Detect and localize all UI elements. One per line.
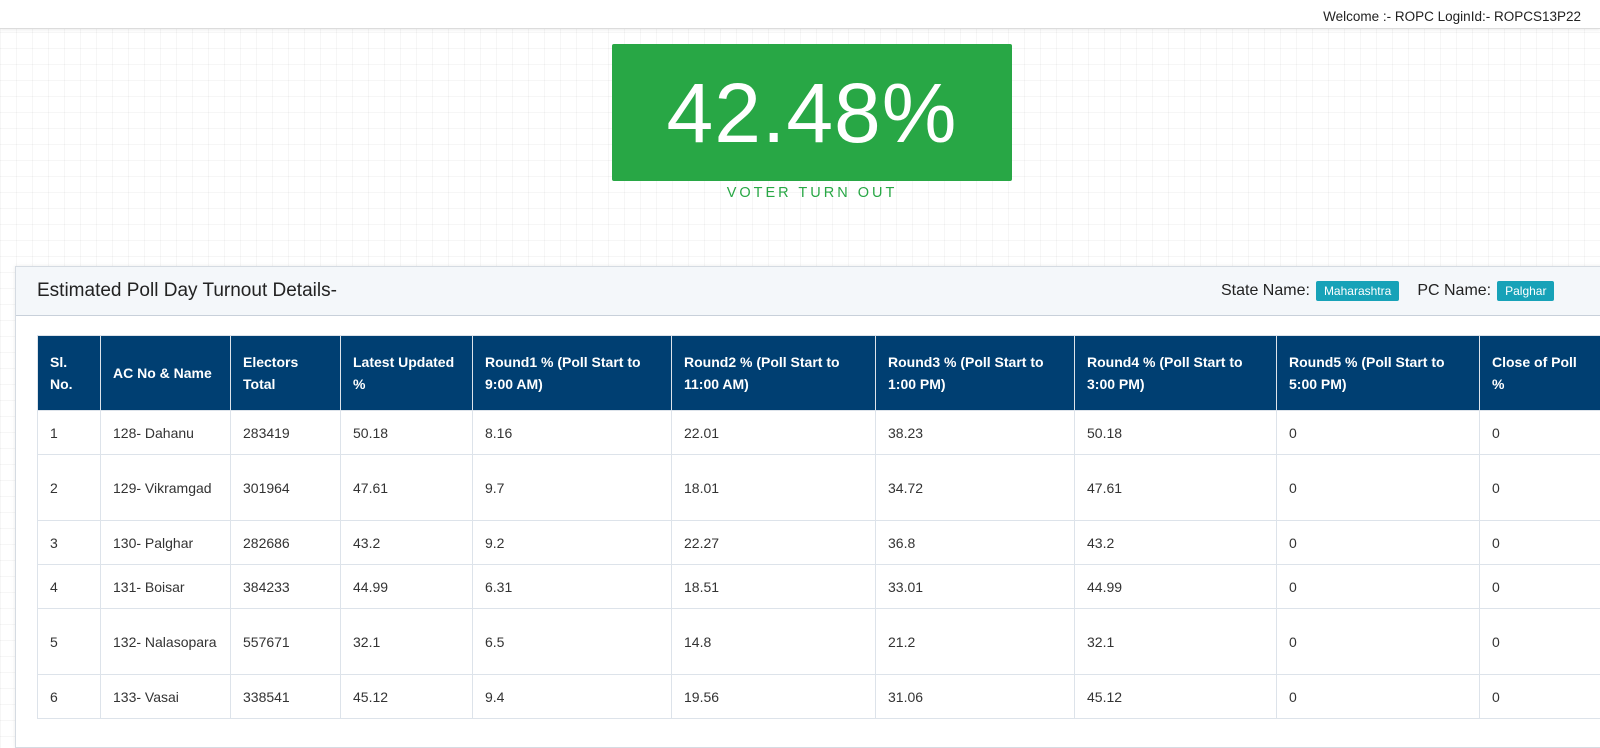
cell-electors: 282686 (231, 521, 341, 565)
cell-round2: 22.01 (672, 411, 876, 455)
cell-latest: 43.2 (341, 521, 473, 565)
cell-ac-name: 131- Boisar (101, 565, 231, 609)
cell-round4: 43.2 (1075, 521, 1277, 565)
voter-turnout-label: VOTER TURN OUT (612, 185, 1012, 201)
cell-round5: 0 (1277, 565, 1480, 609)
col-sl-no: Sl. No. (38, 336, 101, 411)
cell-electors: 283419 (231, 411, 341, 455)
cell-latest: 47.61 (341, 455, 473, 521)
cell-close: 0 (1480, 609, 1600, 675)
table-row: 2 129- Vikramgad 301964 47.61 9.7 18.01 … (38, 455, 1600, 521)
col-ac-name: AC No & Name (101, 336, 231, 411)
cell-latest: 50.18 (341, 411, 473, 455)
cell-round5: 0 (1277, 455, 1480, 521)
cell-round4: 32.1 (1075, 609, 1277, 675)
filter-info: State Name: Maharashtra PC Name: Palghar (1221, 281, 1554, 301)
voter-turnout-kpi: 42.48% (612, 44, 1012, 181)
table-row: 5 132- Nalasopara 557671 32.1 6.5 14.8 2… (38, 609, 1600, 675)
pc-name-badge: Palghar (1497, 281, 1554, 301)
pc-name-label: PC Name: (1417, 282, 1491, 300)
cell-round2: 19.56 (672, 675, 876, 719)
card-title: Estimated Poll Day Turnout Details- (37, 280, 337, 302)
cell-sl-no: 1 (38, 411, 101, 455)
card-header: Estimated Poll Day Turnout Details- Stat… (16, 267, 1600, 316)
cell-ac-name: 130- Palghar (101, 521, 231, 565)
col-round2: Round2 % (Poll Start to 11:00 AM) (672, 336, 876, 411)
cell-sl-no: 6 (38, 675, 101, 719)
cell-round5: 0 (1277, 521, 1480, 565)
cell-round1: 9.2 (473, 521, 672, 565)
cell-sl-no: 3 (38, 521, 101, 565)
table-row: 1 128- Dahanu 283419 50.18 8.16 22.01 38… (38, 411, 1600, 455)
cell-round5: 0 (1277, 675, 1480, 719)
table-header-row: Sl. No. AC No & Name Electors Total Late… (38, 336, 1600, 411)
col-round1: Round1 % (Poll Start to 9:00 AM) (473, 336, 672, 411)
col-round5: Round5 % (Poll Start to 5:00 PM) (1277, 336, 1480, 411)
cell-close: 0 (1480, 675, 1600, 719)
cell-latest: 45.12 (341, 675, 473, 719)
cell-round2: 18.51 (672, 565, 876, 609)
cell-round5: 0 (1277, 411, 1480, 455)
cell-round2: 14.8 (672, 609, 876, 675)
cell-sl-no: 2 (38, 455, 101, 521)
cell-electors: 338541 (231, 675, 341, 719)
cell-latest: 44.99 (341, 565, 473, 609)
cell-round1: 9.4 (473, 675, 672, 719)
cell-round1: 9.7 (473, 455, 672, 521)
voter-turnout-value: 42.48% (667, 71, 958, 155)
cell-round3: 21.2 (876, 609, 1075, 675)
cell-electors: 301964 (231, 455, 341, 521)
cell-round1: 8.16 (473, 411, 672, 455)
cell-close: 0 (1480, 565, 1600, 609)
cell-close: 0 (1480, 455, 1600, 521)
table-row: 6 133- Vasai 338541 45.12 9.4 19.56 31.0… (38, 675, 1600, 719)
cell-ac-name: 133- Vasai (101, 675, 231, 719)
state-name-badge: Maharashtra (1316, 281, 1399, 301)
cell-round1: 6.31 (473, 565, 672, 609)
state-name-label: State Name: (1221, 282, 1310, 300)
cell-ac-name: 132- Nalasopara (101, 609, 231, 675)
cell-round2: 18.01 (672, 455, 876, 521)
cell-round4: 45.12 (1075, 675, 1277, 719)
cell-ac-name: 128- Dahanu (101, 411, 231, 455)
cell-round3: 34.72 (876, 455, 1075, 521)
col-electors-total: Electors Total (231, 336, 341, 411)
cell-sl-no: 5 (38, 609, 101, 675)
cell-close: 0 (1480, 411, 1600, 455)
cell-round3: 31.06 (876, 675, 1075, 719)
table-row: 4 131- Boisar 384233 44.99 6.31 18.51 33… (38, 565, 1600, 609)
cell-round5: 0 (1277, 609, 1480, 675)
cell-sl-no: 4 (38, 565, 101, 609)
cell-ac-name: 129- Vikramgad (101, 455, 231, 521)
cell-round1: 6.5 (473, 609, 672, 675)
cell-round4: 50.18 (1075, 411, 1277, 455)
table-row: 3 130- Palghar 282686 43.2 9.2 22.27 36.… (38, 521, 1600, 565)
top-bar: Welcome :- ROPC LoginId:- ROPCS13P22 (0, 0, 1600, 29)
col-round3: Round3 % (Poll Start to 1:00 PM) (876, 336, 1075, 411)
cell-round3: 33.01 (876, 565, 1075, 609)
cell-round4: 44.99 (1075, 565, 1277, 609)
turnout-details-card: Estimated Poll Day Turnout Details- Stat… (15, 266, 1600, 748)
cell-close: 0 (1480, 521, 1600, 565)
cell-round2: 22.27 (672, 521, 876, 565)
cell-round3: 36.8 (876, 521, 1075, 565)
cell-electors: 384233 (231, 565, 341, 609)
welcome-text: Welcome :- ROPC LoginId:- ROPCS13P22 (1323, 9, 1581, 24)
cell-round4: 47.61 (1075, 455, 1277, 521)
col-round4: Round4 % (Poll Start to 3:00 PM) (1075, 336, 1277, 411)
cell-electors: 557671 (231, 609, 341, 675)
turnout-table: Sl. No. AC No & Name Electors Total Late… (37, 335, 1600, 719)
col-latest-updated: Latest Updated % (341, 336, 473, 411)
col-close-of-poll: Close of Poll % (1480, 336, 1600, 411)
cell-latest: 32.1 (341, 609, 473, 675)
cell-round3: 38.23 (876, 411, 1075, 455)
